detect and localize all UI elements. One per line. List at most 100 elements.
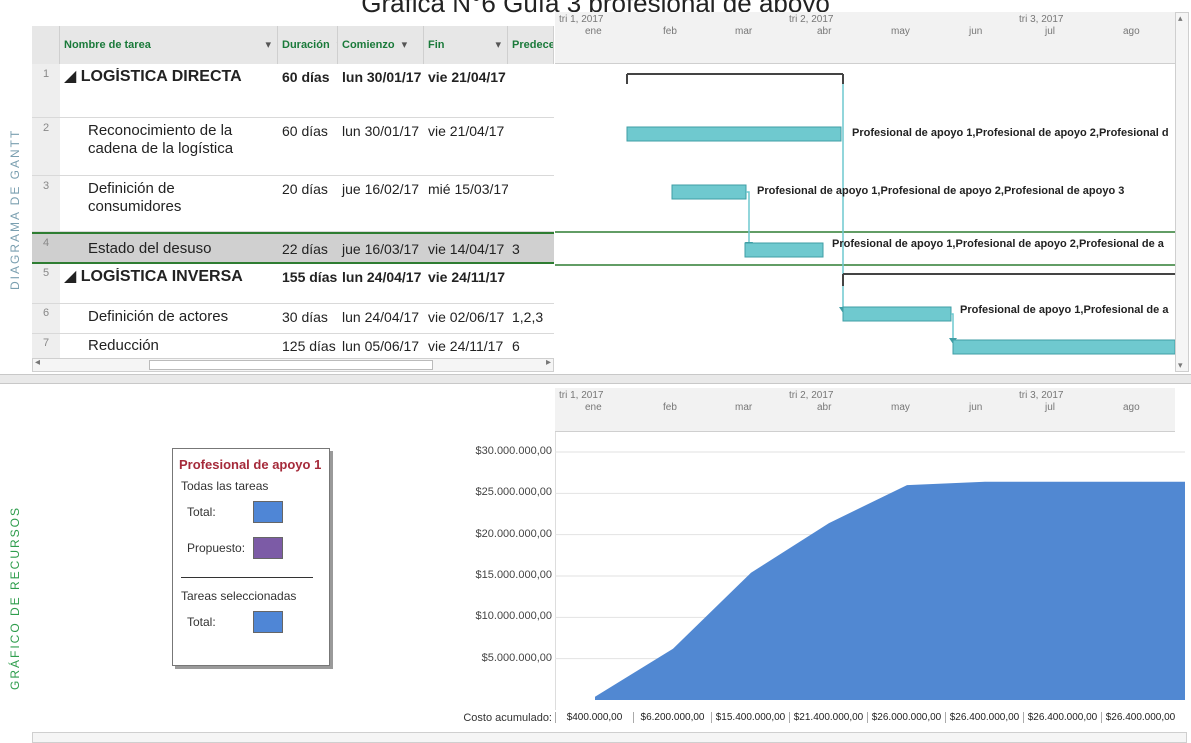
task-bar: [952, 339, 1175, 355]
quarter-label: tri 1, 2017: [559, 14, 604, 25]
task-end: vie 24/11/17: [428, 338, 504, 354]
summary-bar-logistica-inversa: [842, 273, 1175, 286]
y-tick-label: $15.000.000,00: [475, 569, 552, 581]
y-tick-label: $30.000.000,00: [475, 445, 552, 457]
gantt-timescale: tri 1, 2017 tri 2, 2017 tri 3, 2017 ene …: [555, 12, 1175, 64]
quarter-label: tri 2, 2017: [789, 390, 834, 401]
task-pred: 3: [512, 241, 520, 257]
quarter-label: tri 2, 2017: [789, 14, 834, 25]
gantt-chart: [555, 73, 1175, 355]
task-start: jue 16/02/17: [342, 181, 420, 197]
chevron-down-icon[interactable]: ▾: [402, 39, 408, 51]
scroll-up-icon[interactable]: ▴: [1178, 13, 1183, 24]
duration-column-label: Duración: [282, 39, 330, 51]
task-start: lun 05/06/17: [342, 338, 420, 354]
month-label: feb: [663, 26, 677, 37]
task-duration: 30 días: [282, 309, 328, 325]
scroll-left-icon[interactable]: ◂: [35, 357, 40, 368]
bar-resource-label: Profesional de apoyo 1,Profesional de ap…: [852, 127, 1168, 139]
month-label: abr: [817, 402, 832, 413]
scroll-down-icon[interactable]: ▾: [1178, 360, 1183, 371]
row-id: 4: [32, 234, 60, 262]
scrollbar-thumb[interactable]: [149, 360, 433, 370]
month-label: jul: [1045, 402, 1056, 413]
bar-resource-label: Profesional de apoyo 1,Profesional de ap…: [832, 238, 1164, 250]
month-label: ene: [585, 402, 602, 413]
task-bar: [744, 242, 824, 258]
table-row[interactable]: 1 ◢ LOGÍSTICA DIRECTA 60 días lun 30/01/…: [32, 64, 554, 118]
table-row[interactable]: 5 ◢ LOGÍSTICA INVERSA 155 días lun 24/04…: [32, 264, 554, 304]
task-pred: 6: [512, 338, 520, 354]
month-label: may: [891, 26, 910, 37]
gantt-table: Nombre de tarea ▾ Duración ▾ Comienzo ▾ …: [32, 26, 554, 370]
month-label: may: [891, 402, 910, 413]
pred-column-label: Predecesoras: [512, 39, 553, 51]
row-id: 3: [32, 176, 60, 231]
table-row[interactable]: 6 Definición de actores 30 días lun 24/0…: [32, 304, 554, 334]
quarter-label: tri 1, 2017: [559, 390, 604, 401]
quarter-label: tri 3, 2017: [1019, 390, 1064, 401]
task-start: jue 16/03/17: [342, 241, 420, 257]
task-duration: 60 días: [282, 123, 328, 139]
pred-column-header[interactable]: Predecesoras: [508, 26, 554, 64]
scroll-right-icon[interactable]: ▸: [546, 357, 551, 368]
y-tick-label: $5.000.000,00: [481, 651, 552, 664]
task-end: vie 24/11/17: [428, 269, 506, 285]
month-label: mar: [735, 402, 753, 413]
name-column-header[interactable]: Nombre de tarea ▾: [60, 26, 278, 64]
y-tick-label: $20.000.000,00: [475, 527, 552, 540]
start-column-header[interactable]: Comienzo ▾: [338, 26, 424, 64]
cost-cell: $21.400.000,00: [789, 712, 867, 723]
task-duration: 155 días: [282, 269, 338, 285]
end-column-label: Fin: [428, 39, 445, 51]
bottom-horizontal-scrollbar[interactable]: [32, 732, 1187, 743]
legend-total2-swatch: [253, 611, 283, 633]
table-horizontal-scrollbar[interactable]: ◂ ▸: [32, 357, 554, 372]
end-column-header[interactable]: Fin ▾: [424, 26, 508, 64]
chevron-down-icon[interactable]: ▾: [495, 26, 501, 64]
table-row-selected[interactable]: 4 Estado del desuso 22 días jue 16/03/17…: [32, 232, 554, 264]
task-end: vie 02/06/17: [428, 309, 505, 325]
row-id: 6: [32, 304, 60, 333]
bar-resource-label: Profesional de apoyo 1,Profesional de a: [960, 304, 1169, 316]
resources-side-label: GRÁFICO DE RECURSOS: [8, 505, 22, 690]
duration-column-header[interactable]: Duración ▾: [278, 26, 338, 64]
task-name: Definición de actores: [88, 308, 229, 325]
month-label: abr: [817, 26, 832, 37]
month-label: jul: [1045, 26, 1056, 37]
y-tick-label: $25.000.000,00: [475, 486, 552, 499]
chevron-down-icon[interactable]: ▾: [265, 26, 271, 64]
month-label: ene: [585, 26, 602, 37]
row-id: 2: [32, 118, 60, 175]
month-label: ago: [1123, 402, 1140, 413]
row-id: 1: [32, 64, 60, 117]
task-duration: 125 días: [282, 338, 336, 354]
dependency-arrow: [746, 191, 750, 244]
cost-cell: $26.400.000,00: [1023, 712, 1101, 723]
month-label: feb: [663, 402, 677, 413]
task-name: Reconocimiento de la cadena de la logíst…: [88, 122, 234, 157]
legend-total-swatch: [253, 501, 283, 523]
task-name: Definición de consumidores: [88, 180, 182, 215]
legend-all-tasks: Todas las tareas: [181, 479, 269, 493]
gantt-side-label: DIAGRAMA DE GANTT: [8, 128, 22, 290]
gantt-vertical-scrollbar[interactable]: ▴ ▾: [1175, 12, 1189, 372]
cost-area-series: [595, 481, 1185, 700]
start-column-label: Comienzo: [342, 39, 395, 51]
task-duration: 20 días: [282, 181, 328, 197]
view-splitter[interactable]: [0, 374, 1191, 384]
task-name: Estado del desuso: [88, 240, 212, 257]
cost-cell: $400.000,00: [555, 712, 633, 723]
table-row[interactable]: 7 Reducción 125 días lun 05/06/17 vie 24…: [32, 334, 554, 360]
row-id: 5: [32, 264, 60, 303]
quarter-label: tri 3, 2017: [1019, 14, 1064, 25]
task-duration: 60 días: [282, 69, 330, 85]
month-label: jun: [969, 402, 983, 413]
month-label: mar: [735, 26, 753, 37]
table-row[interactable]: 3 Definición de consumidores 20 días jue…: [32, 176, 554, 232]
task-bar: [626, 126, 842, 142]
cost-row-label: Costo acumulado:: [463, 712, 552, 724]
table-row[interactable]: 2 Reconocimiento de la cadena de la logí…: [32, 118, 554, 176]
task-start: lun 30/01/17: [342, 123, 420, 139]
task-name: ◢ LOGÍSTICA DIRECTA: [64, 68, 242, 85]
